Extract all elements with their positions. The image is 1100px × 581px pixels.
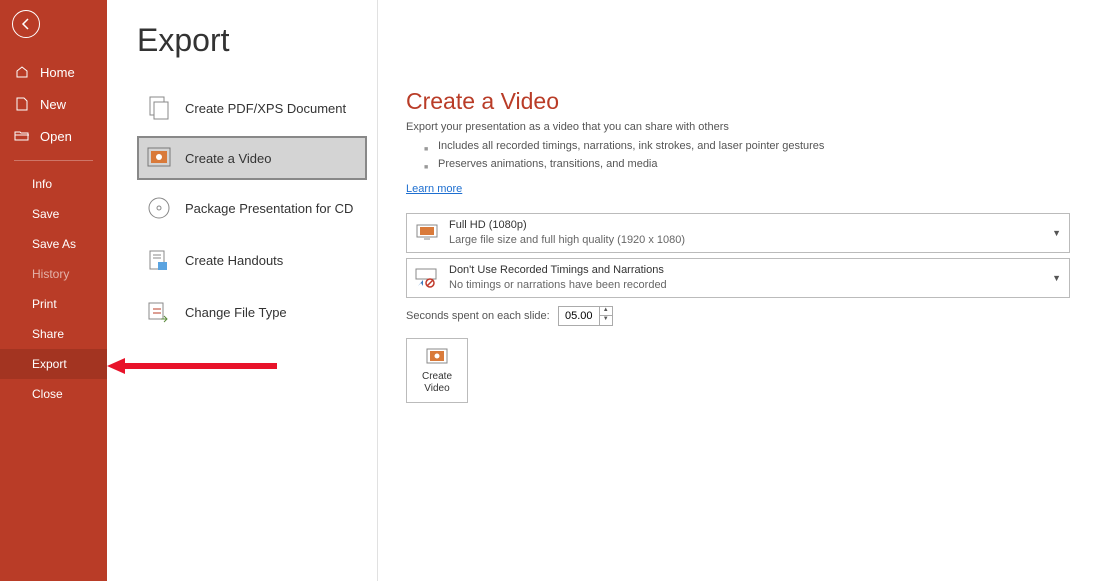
detail-subtitle: Export your presentation as a video that… [406,121,1070,133]
export-options-pane: Export Create PDF/XPS Document Create a … [107,0,378,581]
sidebar-item-save-as[interactable]: Save As [0,229,107,259]
export-detail-pane: Welcome to PowerPoint - PowerPoint Creat… [378,0,1100,581]
arrow-left-icon [19,17,33,31]
sidebar-item-new[interactable]: New [0,88,107,120]
video-quality-dropdown[interactable]: Full HD (1080p) Large file size and full… [406,213,1070,253]
export-option-label: Package Presentation for CD [185,201,353,216]
sidebar-item-close[interactable]: Close [0,379,107,409]
seconds-label: Seconds spent on each slide: [406,310,550,322]
dropdown-title: Full HD (1080p) [449,218,1052,233]
export-option-label: Change File Type [185,305,287,320]
main-area: Export Create PDF/XPS Document Create a … [107,0,1100,581]
no-narration-icon [415,266,439,290]
seconds-input[interactable] [559,310,599,322]
create-video-icon [425,347,449,367]
folder-open-icon [14,128,30,144]
cd-icon [145,194,173,222]
sidebar-item-label: Open [40,129,72,144]
export-option-package-cd[interactable]: Package Presentation for CD [137,184,367,232]
sidebar-item-save[interactable]: Save [0,199,107,229]
detail-bullets: Includes all recorded timings, narration… [424,137,1070,173]
sidebar-item-export[interactable]: Export [0,349,107,379]
backstage-sidebar: Home New Open Info Save Save As History … [0,0,107,581]
sidebar-item-share[interactable]: Share [0,319,107,349]
seconds-spinner[interactable]: ▲ ▼ [558,306,613,326]
export-option-label: Create Handouts [185,253,283,268]
sidebar-item-history[interactable]: History [0,259,107,289]
sidebar-item-print[interactable]: Print [0,289,107,319]
export-option-label: Create a Video [185,151,272,166]
dropdown-title: Don't Use Recorded Timings and Narration… [449,263,1052,278]
export-option-label: Create PDF/XPS Document [185,101,346,116]
home-icon [14,64,30,80]
learn-more-link[interactable]: Learn more [406,183,462,195]
spinner-down-button[interactable]: ▼ [600,316,612,325]
change-file-type-icon [145,298,173,326]
chevron-down-icon: ▼ [1052,273,1061,283]
bullet-item: Includes all recorded timings, narration… [424,137,1070,155]
sidebar-item-home[interactable]: Home [0,56,107,88]
sidebar-divider [14,160,93,161]
dropdown-subtitle: No timings or narrations have been recor… [449,278,1052,293]
monitor-icon [415,221,439,245]
create-video-button[interactable]: CreateVideo [406,338,468,403]
export-option-pdf-xps[interactable]: Create PDF/XPS Document [137,84,367,132]
detail-title: Create a Video [406,88,1070,115]
chevron-down-icon: ▼ [1052,228,1061,238]
sidebar-item-open[interactable]: Open [0,120,107,152]
export-option-create-video[interactable]: Create a Video [137,136,367,180]
pdf-icon [145,94,173,122]
handouts-icon [145,246,173,274]
export-option-handouts[interactable]: Create Handouts [137,236,367,284]
sidebar-item-label: New [40,97,66,112]
sidebar-item-info[interactable]: Info [0,169,107,199]
create-video-button-label: CreateVideo [422,371,452,395]
seconds-per-slide-row: Seconds spent on each slide: ▲ ▼ [406,306,1070,326]
bullet-item: Preserves animations, transitions, and m… [424,155,1070,173]
new-icon [14,96,30,112]
timings-dropdown[interactable]: Don't Use Recorded Timings and Narration… [406,258,1070,298]
back-button[interactable] [12,10,40,38]
export-option-change-file-type[interactable]: Change File Type [137,288,367,336]
dropdown-subtitle: Large file size and full high quality (1… [449,233,1052,248]
page-title: Export [137,22,367,59]
spinner-up-button[interactable]: ▲ [600,307,612,316]
sidebar-item-label: Home [40,65,75,80]
video-icon [145,144,173,172]
